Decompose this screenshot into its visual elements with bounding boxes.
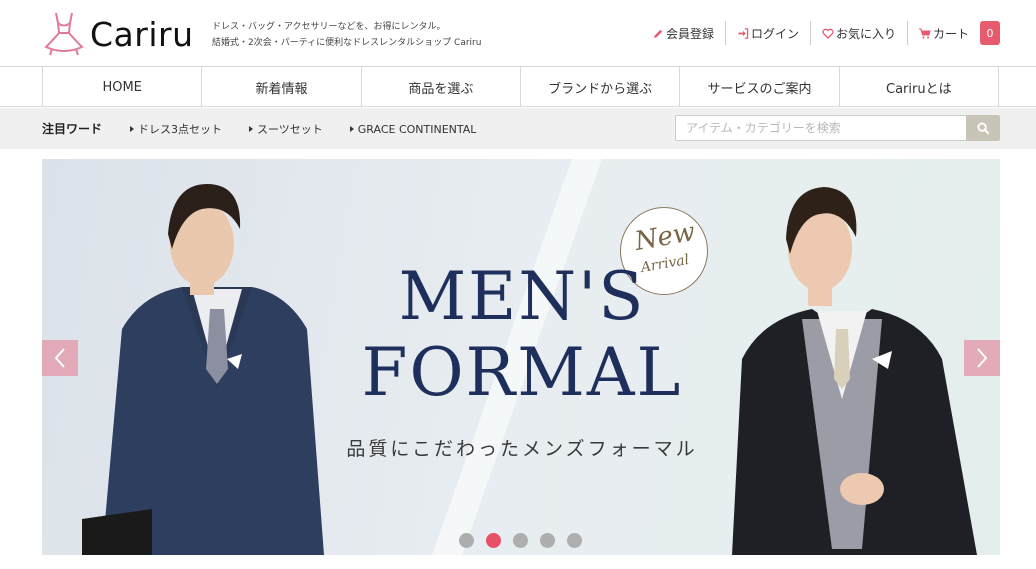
banner-headline: MEN'S FORMAL [342, 259, 702, 411]
tagline-line-1: ドレス・バッグ・アクセサリーなどを、お得にレンタル。 [212, 22, 446, 32]
carousel-dot[interactable] [513, 533, 528, 548]
global-nav: HOME 新着情報 商品を選ぶ ブランドから選ぶ サービスのご案内 Cariru… [0, 66, 1036, 107]
pencil-icon [653, 29, 663, 38]
favorites-link[interactable]: お気に入り [811, 21, 908, 45]
headline-line-1: MEN'S [398, 258, 646, 335]
nav-item-brands[interactable]: ブランドから選ぶ [521, 67, 681, 107]
headline-line-2: FORMAL [361, 334, 683, 411]
carousel-dot[interactable] [567, 533, 582, 548]
keyword-title: 注目ワード [42, 122, 103, 136]
dress-logo-icon [44, 12, 84, 56]
site-tagline: ドレス・バッグ・アクセサリーなどを、お得にレンタル。 結婚式・2次会・パーティに… [212, 19, 481, 51]
chevron-left-icon [54, 348, 65, 368]
carousel-prev-button[interactable] [42, 340, 78, 376]
cart-link[interactable]: カート [908, 21, 980, 45]
keyword-link-grace-continental[interactable]: GRACE CONTINENTAL [350, 121, 477, 137]
cart-label: カート [932, 26, 969, 41]
site-header: Cariru ドレス・バッグ・アクセサリーなどを、お得にレンタル。 結婚式・2次… [0, 0, 1036, 66]
nav-item-about[interactable]: Cariruとは [840, 67, 999, 107]
register-link[interactable]: 会員登録 [642, 21, 726, 45]
tagline-line-2: 結婚式・2次会・パーティに便利なドレスレンタルショップ Cariru [212, 38, 482, 48]
login-label: ログイン [750, 26, 799, 41]
nav-item-services[interactable]: サービスのご案内 [680, 67, 840, 107]
carousel-dot[interactable] [540, 533, 555, 548]
heart-icon [822, 28, 834, 39]
carousel-pagination [459, 533, 594, 548]
carousel-dot[interactable] [459, 533, 474, 548]
logo-text: Cariru [90, 14, 194, 54]
favorites-label: お気に入り [835, 26, 896, 41]
keyword-bar: 注目ワード ドレス3点セット スーツセット GRACE CONTINENTAL [0, 108, 1036, 149]
search-icon [976, 121, 989, 134]
site-logo[interactable]: Cariru [42, 10, 193, 58]
search-box [675, 115, 1000, 141]
header-links: 会員登録 ログイン お気に入り カート 0 [642, 21, 1000, 45]
keyword-link-suit-set[interactable]: スーツセット [249, 121, 323, 137]
nav-item-news[interactable]: 新着情報 [202, 67, 362, 107]
cart-count-badge[interactable]: 0 [980, 21, 1000, 45]
search-button[interactable] [966, 115, 1000, 141]
right-model-figure [732, 187, 977, 555]
nav-item-products[interactable]: 商品を選ぶ [362, 67, 521, 107]
nav-item-home[interactable]: HOME [43, 67, 203, 107]
sign-in-icon [738, 27, 749, 39]
keyword-link-dress-set[interactable]: ドレス3点セット [130, 121, 222, 137]
search-input[interactable] [675, 115, 966, 141]
global-nav-inner: HOME 新着情報 商品を選ぶ ブランドから選ぶ サービスのご案内 Cariru… [42, 67, 999, 107]
carousel-next-button[interactable] [964, 340, 1000, 376]
left-model-figure [82, 184, 324, 555]
carousel-dot[interactable] [486, 533, 501, 548]
keyword-list: ドレス3点セット スーツセット GRACE CONTINENTAL [130, 121, 503, 137]
hero-banner[interactable]: New Arrival MEN'S FORMAL 品質にこだわったメンズフォーマ… [42, 159, 1000, 555]
register-label: 会員登録 [665, 26, 714, 41]
chevron-right-icon [977, 348, 988, 368]
login-link[interactable]: ログイン [726, 21, 811, 45]
cart-icon [918, 28, 931, 38]
banner-subtitle: 品質にこだわったメンズフォーマル [346, 438, 698, 460]
